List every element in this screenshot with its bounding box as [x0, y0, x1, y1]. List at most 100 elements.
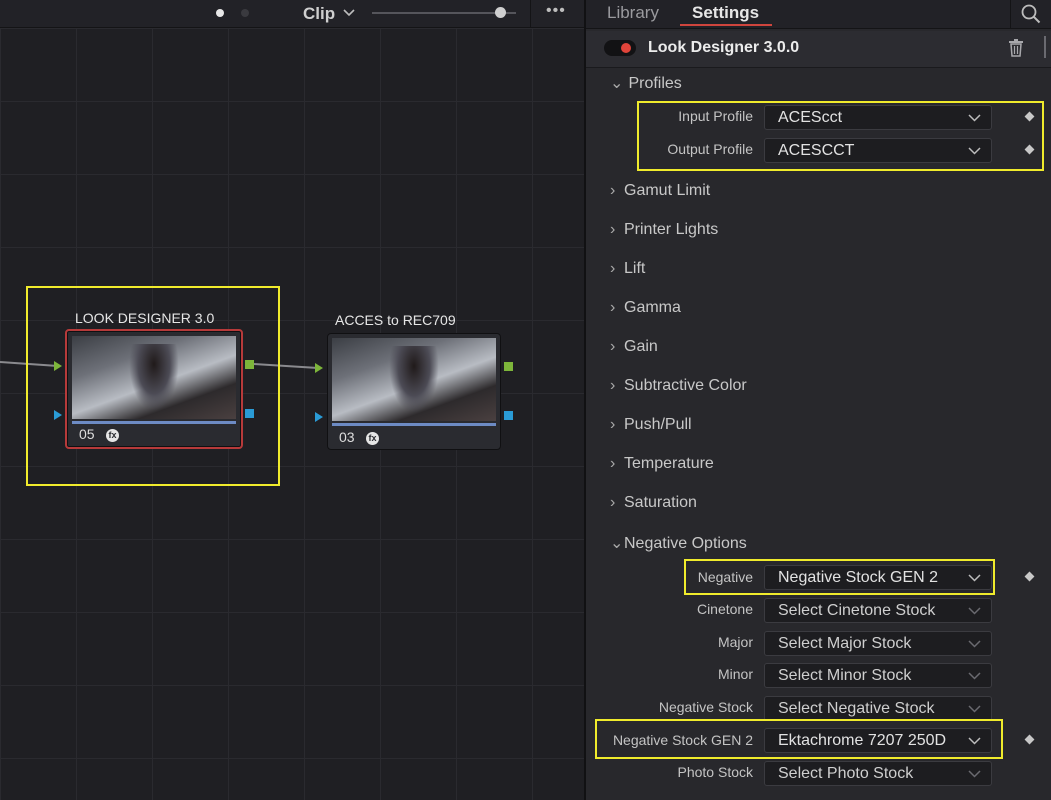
keyframe-diamond-icon[interactable] — [1024, 571, 1035, 582]
node-output-port-blue[interactable] — [245, 409, 254, 418]
major-label: Major — [717, 634, 753, 650]
section-profiles[interactable]: ⌄ Profiles — [610, 73, 682, 93]
section-temperature[interactable]: › Temperature — [610, 455, 714, 473]
fx-icon: fx — [106, 429, 119, 442]
chevron-down-icon — [968, 737, 981, 745]
section-label: Push/Pull — [624, 416, 692, 433]
section-printer-lights[interactable]: › Printer Lights — [610, 221, 718, 239]
tab-library[interactable]: Library — [607, 3, 659, 23]
node-title: LOOK DESIGNER 3.0 — [75, 310, 215, 326]
connection-in — [0, 361, 59, 367]
chevron-right-icon: › — [610, 299, 616, 316]
node-input-port-green[interactable] — [54, 361, 62, 371]
search-icon[interactable] — [1020, 3, 1042, 25]
dropdown-value: Ektachrome 7207 250D — [778, 732, 947, 749]
minor-dropdown[interactable]: Select Minor Stock — [764, 663, 992, 688]
chevron-right-icon: › — [610, 494, 616, 511]
output-profile-label: Output Profile — [667, 141, 753, 157]
cinetone-label: Cinetone — [696, 601, 753, 617]
section-label: Gamut Limit — [624, 182, 711, 199]
node-number: 05 — [79, 426, 95, 442]
section-saturation[interactable]: › Saturation — [610, 494, 697, 512]
node-look-designer[interactable]: 05 fx — [65, 329, 243, 449]
section-label: Profiles — [628, 75, 682, 92]
section-gamut-limit[interactable]: › Gamut Limit — [610, 182, 710, 200]
active-tab-indicator — [680, 24, 772, 26]
chevron-right-icon: › — [610, 182, 616, 199]
negative-stock-gen2-dropdown[interactable]: Ektachrome 7207 250D — [764, 728, 992, 753]
keyframe-diamond-icon[interactable] — [1024, 144, 1035, 155]
section-label: Negative Options — [624, 535, 747, 552]
tab-settings[interactable]: Settings — [692, 3, 759, 23]
chevron-down-icon — [968, 672, 981, 680]
keyframe-diamond-icon[interactable] — [1024, 111, 1035, 122]
chevron-right-icon: › — [610, 377, 616, 394]
negative-stock-dropdown[interactable]: Select Negative Stock — [764, 696, 992, 721]
trash-icon[interactable] — [1008, 39, 1024, 57]
chevron-right-icon: › — [610, 221, 616, 238]
node-progress-bar — [72, 421, 236, 424]
dropdown-value: Select Photo Stock — [778, 765, 914, 782]
node-input-port-blue[interactable] — [315, 412, 323, 422]
node-editor-canvas[interactable]: Clip ••• LOOK DESIGNER 3.0 05 fx ACCES t… — [0, 0, 584, 800]
chevron-down-icon: ⌄ — [610, 535, 624, 552]
chevron-down-icon — [968, 705, 981, 713]
node-title: ACCES to REC709 — [335, 312, 456, 328]
dropdown-value: Negative Stock GEN 2 — [778, 569, 939, 586]
node-output-port-green[interactable] — [504, 362, 513, 371]
node-thumbnail — [72, 336, 236, 419]
fx-icon: fx — [366, 432, 379, 445]
chevron-down-icon — [968, 607, 981, 615]
chevron-right-icon: › — [610, 260, 616, 277]
photo-stock-dropdown[interactable]: Select Photo Stock — [764, 761, 992, 786]
section-gain[interactable]: › Gain — [610, 338, 658, 356]
negative-stock-gen2-label: Negative Stock GEN 2 — [612, 732, 753, 748]
node-progress-bar — [332, 423, 496, 426]
section-label: Saturation — [624, 494, 697, 511]
plugin-title: Look Designer 3.0.0 — [648, 39, 800, 56]
chevron-right-icon: › — [610, 338, 616, 355]
section-gamma[interactable]: › Gamma — [610, 299, 681, 317]
chevron-down-icon — [968, 574, 981, 582]
keyframe-diamond-icon[interactable] — [1024, 734, 1035, 745]
negative-dropdown[interactable]: Negative Stock GEN 2 — [764, 565, 992, 590]
section-push-pull[interactable]: › Push/Pull — [610, 416, 692, 434]
section-label: Temperature — [624, 455, 714, 472]
section-subtractive-color[interactable]: › Subtractive Color — [610, 377, 747, 395]
photo-stock-label: Photo Stock — [677, 764, 754, 780]
scrollbar-thumb[interactable] — [1044, 36, 1046, 58]
section-label: Gamma — [624, 299, 681, 316]
negative-label: Negative — [697, 569, 753, 585]
plugin-enable-toggle[interactable] — [604, 40, 636, 56]
dropdown-value: Select Cinetone Stock — [778, 602, 936, 619]
minor-label: Minor — [717, 666, 753, 682]
section-label: Gain — [624, 338, 658, 355]
toggle-knob — [621, 43, 631, 53]
node-input-port-blue[interactable] — [54, 410, 62, 420]
node-input-port-green[interactable] — [315, 363, 323, 373]
chevron-down-icon — [968, 640, 981, 648]
dropdown-value: ACESCCT — [778, 142, 855, 159]
section-negative-options[interactable]: ⌄Negative Options — [610, 533, 747, 553]
dropdown-value: ACEScct — [778, 109, 843, 126]
chevron-down-icon — [968, 114, 981, 122]
node-output-port-blue[interactable] — [504, 411, 513, 420]
chevron-down-icon: ⌄ — [610, 75, 624, 92]
section-label: Printer Lights — [624, 221, 719, 238]
output-profile-dropdown[interactable]: ACESCCT — [764, 138, 992, 163]
settings-panel: Library Settings Look Designer 3.0.0 ⌄ P… — [586, 0, 1051, 800]
negative-stock-label: Negative Stock — [658, 699, 753, 715]
major-dropdown[interactable]: Select Major Stock — [764, 631, 992, 656]
input-profile-label: Input Profile — [678, 108, 753, 124]
node-number: 03 — [339, 429, 355, 445]
section-label: Lift — [624, 260, 646, 277]
input-profile-dropdown[interactable]: ACEScct — [764, 105, 992, 130]
chevron-right-icon: › — [610, 416, 616, 433]
node-output-port-green[interactable] — [245, 360, 254, 369]
node-thumbnail — [332, 338, 496, 421]
node-acces-to-rec709[interactable]: 03 fx — [327, 333, 501, 450]
section-lift[interactable]: › Lift — [610, 260, 645, 278]
chevron-down-icon — [968, 770, 981, 778]
cinetone-dropdown[interactable]: Select Cinetone Stock — [764, 598, 992, 623]
connection-between — [253, 363, 319, 369]
